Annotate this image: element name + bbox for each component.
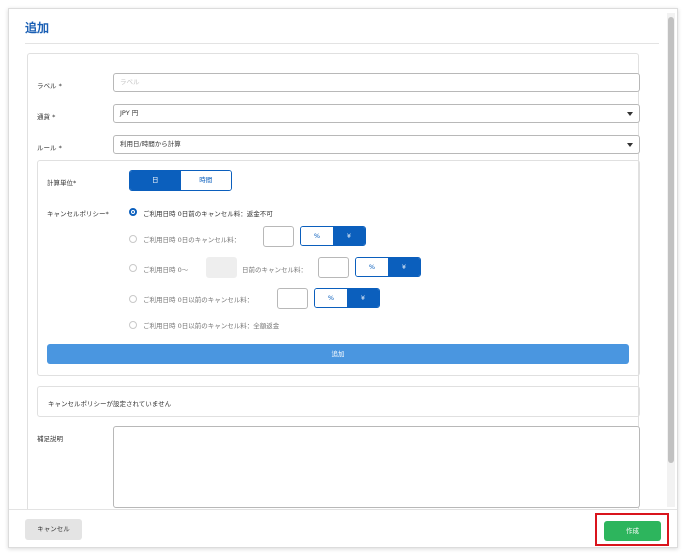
percent-toggle[interactable]: % — [356, 258, 388, 276]
create-button-highlight: 作成 — [595, 513, 669, 546]
policy-3-days-input[interactable] — [206, 257, 237, 278]
percent-toggle[interactable]: % — [315, 289, 347, 307]
unit-label: 計算単位* — [47, 179, 77, 187]
scrollbar[interactable] — [667, 13, 675, 507]
policy-4-unit-toggle: % ¥ — [314, 288, 380, 308]
currency-select[interactable]: JPY 円 — [113, 104, 640, 123]
label-field-label: ラベル * — [37, 82, 62, 90]
scrollbar-thumb[interactable] — [668, 17, 674, 463]
policy-2-amount-input[interactable] — [263, 226, 294, 247]
policy-option-2-text: ご利用日時 0日のキャンセル料： — [143, 236, 241, 244]
unit-segmented-control: 日 時間 — [129, 170, 232, 191]
policy-radio-1[interactable] — [129, 208, 137, 216]
add-policy-button[interactable]: 追加 — [47, 344, 629, 364]
add-modal: 追加 ラベル * ラベル 通貨 * JPY 円 ルール * 利用日/時間から計算… — [8, 8, 678, 548]
unit-option-day[interactable]: 日 — [130, 171, 181, 190]
policy-option-3-text-before: ご利用日時 0〜 — [143, 266, 189, 274]
yen-toggle[interactable]: ¥ — [347, 289, 379, 307]
yen-toggle[interactable]: ¥ — [388, 258, 420, 276]
modal-title: 追加 — [25, 21, 50, 35]
rule-select[interactable]: 利用日/時間から計算 — [113, 135, 640, 154]
currency-select-value: JPY 円 — [120, 109, 139, 117]
policy-2-unit-toggle: % ¥ — [300, 226, 366, 246]
currency-field-label: 通貨 * — [37, 113, 56, 121]
yen-toggle[interactable]: ¥ — [333, 227, 365, 245]
policy-4-amount-input[interactable] — [277, 288, 308, 309]
modal-footer: キャンセル 作成 — [9, 509, 677, 547]
policy-3-amount-input[interactable] — [318, 257, 349, 278]
percent-toggle[interactable]: % — [301, 227, 333, 245]
title-divider — [25, 43, 659, 44]
description-textarea[interactable] — [113, 426, 640, 508]
chevron-down-icon — [627, 112, 633, 116]
policy-option-3-text-after: 日前のキャンセル料： — [242, 266, 307, 274]
policy-3-unit-toggle: % ¥ — [355, 257, 421, 277]
label-input[interactable]: ラベル — [113, 73, 640, 92]
policy-notice-text: キャンセルポリシーが設定されていません — [48, 400, 172, 408]
rule-field-label: ルール * — [37, 144, 62, 152]
policy-radio-3[interactable] — [129, 264, 137, 272]
description-label: 補足説明 — [37, 435, 63, 443]
policy-radio-4[interactable] — [129, 295, 137, 303]
create-button[interactable]: 作成 — [604, 521, 661, 541]
cancel-policy-label: キャンセルポリシー* — [47, 210, 109, 218]
rule-select-value: 利用日/時間から計算 — [120, 140, 181, 148]
policy-option-1-text: ご利用日時 0日前のキャンセル料：返金不可 — [143, 210, 273, 218]
unit-option-hour[interactable]: 時間 — [180, 171, 231, 190]
cancel-button[interactable]: キャンセル — [25, 519, 82, 540]
policy-notice: キャンセルポリシーが設定されていません — [37, 386, 640, 417]
policy-option-5-text: ご利用日時 0日以前のキャンセル料：全額返金 — [143, 322, 280, 330]
chevron-down-icon — [627, 143, 633, 147]
policy-option-4-text: ご利用日時 0日以前のキャンセル料： — [143, 296, 254, 304]
policy-radio-5[interactable] — [129, 321, 137, 329]
policy-radio-2[interactable] — [129, 235, 137, 243]
